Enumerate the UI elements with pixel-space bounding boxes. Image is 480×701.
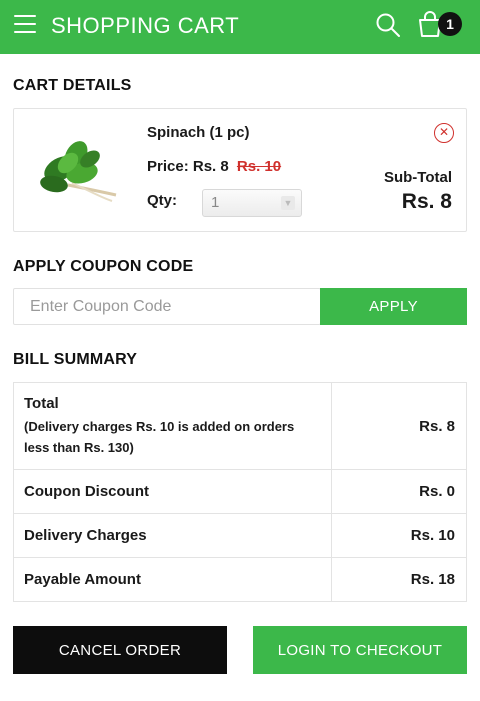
table-row: Delivery Charges Rs. 10 (13, 513, 467, 558)
spinach-image (40, 141, 117, 202)
price-label: Price: (147, 158, 189, 175)
search-icon[interactable] (375, 12, 401, 38)
bill-total-value: Rs. 8 (331, 382, 467, 470)
login-to-checkout-button[interactable]: LOGIN TO CHECKOUT (253, 626, 467, 674)
product-name: Spinach (1 pc) (147, 124, 250, 141)
coupon-input[interactable] (13, 288, 321, 325)
cart-count-badge[interactable]: 1 (438, 12, 462, 36)
payable-amount-label: Payable Amount (13, 557, 332, 602)
coupon-heading: APPLY COUPON CODE (13, 258, 194, 275)
quantity-value: 1 (211, 194, 220, 211)
apply-coupon-button[interactable]: APPLY (320, 288, 467, 325)
subtotal-label: Sub-Total (383, 169, 452, 186)
app-bar: SHOPPING CART 1 (0, 0, 480, 54)
current-price: Rs. 8 (192, 158, 229, 175)
bill-summary-heading: BILL SUMMARY (13, 351, 138, 368)
table-row: Total (Delivery charges Rs. 10 is added … (13, 382, 467, 470)
bill-total-cell: Total (Delivery charges Rs. 10 is added … (13, 382, 332, 470)
delivery-note: (Delivery charges Rs. 10 is added on ord… (24, 418, 295, 455)
subtotal-value: Rs. 8 (401, 190, 452, 213)
bill-summary-table: Total (Delivery charges Rs. 10 is added … (13, 382, 467, 602)
price-row: Price: Rs. 8 Rs. 10 (147, 158, 281, 175)
page-title: SHOPPING CART (51, 13, 240, 38)
cart-details-heading: CART DETAILS (13, 77, 132, 94)
bill-total-label: Total (24, 394, 59, 412)
delivery-charges-label: Delivery Charges (13, 513, 332, 558)
table-row: Coupon Discount Rs. 0 (13, 469, 467, 514)
original-price: Rs. 10 (236, 158, 282, 175)
close-circle-icon[interactable]: ✕ (434, 123, 454, 143)
coupon-discount-value: Rs. 0 (331, 469, 467, 514)
coupon-discount-label: Coupon Discount (13, 469, 332, 514)
payable-amount-value: Rs. 18 (331, 557, 467, 602)
delivery-charges-value: Rs. 10 (331, 513, 467, 558)
table-row: Payable Amount Rs. 18 (13, 557, 467, 602)
chevron-down-icon: ▼ (281, 196, 295, 210)
quantity-select[interactable]: 1 ▼ (202, 189, 302, 217)
menu-icon[interactable] (14, 15, 36, 35)
qty-label: Qty: (147, 192, 177, 209)
cart-item-card: Spinach (1 pc) Price: Rs. 8 Rs. 10 Qty: … (13, 108, 467, 232)
cancel-order-button[interactable]: CANCEL ORDER (13, 626, 227, 674)
